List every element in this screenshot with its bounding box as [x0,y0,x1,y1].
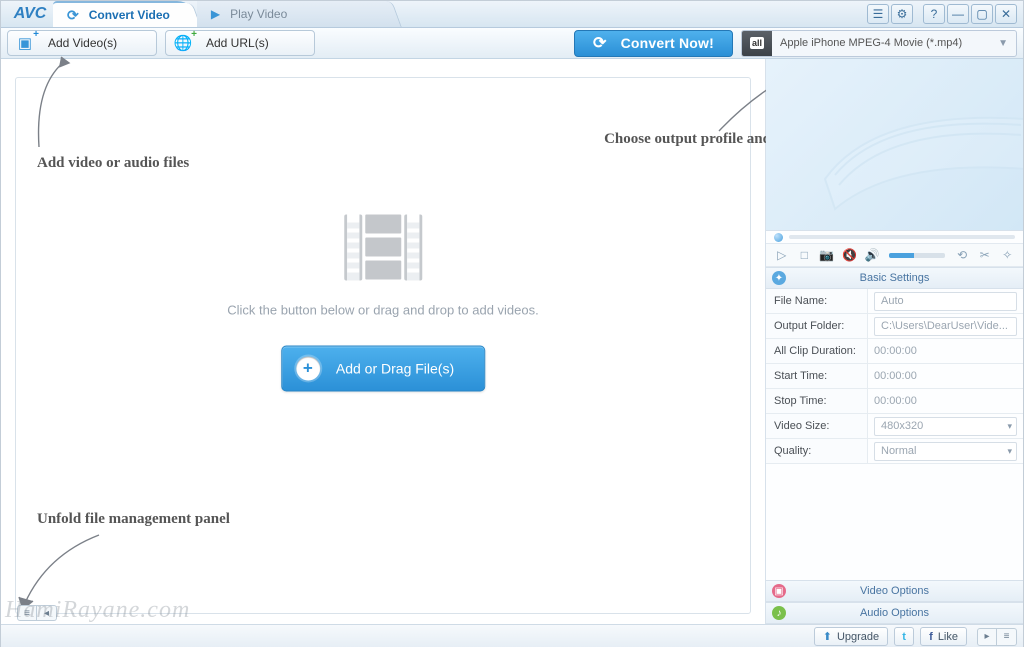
gear-icon[interactable]: ⚙ [891,4,913,24]
value-stop-time: 00:00:00 [868,389,1023,414]
effects-icon[interactable]: ✧ [998,246,1018,264]
button-label: Like [938,631,958,643]
profile-badge-icon: all [742,31,772,56]
trim-icon[interactable]: ✂ [975,246,995,264]
profile-label: Apple iPhone MPEG-4 Movie (*.mp4) [780,37,962,49]
maximize-icon[interactable]: ▢ [971,4,993,24]
panel-list-icon[interactable]: ≡ [17,605,37,621]
upgrade-button[interactable]: ⬆ Upgrade [814,627,888,646]
sync-icon: ⟳ [593,33,607,53]
tab-convert-video[interactable]: ⟳ Convert Video [53,1,197,27]
panel-list-icon[interactable]: ≡ [997,628,1017,646]
right-panel: Choose output profile and convert ▷ □ [765,59,1023,624]
progress-handle-icon[interactable] [774,233,783,242]
tab-label: Play Video [230,7,287,21]
chevron-down-icon: ▾ [1007,446,1012,457]
main-body: Click the button below or drag and drop … [1,59,1023,624]
volume-icon[interactable]: 🔊 [862,246,882,264]
minimize-icon[interactable]: — [947,4,969,24]
convert-now-button[interactable]: ⟳ Convert Now! [574,30,733,57]
progress-track[interactable] [789,235,1015,239]
value-start-time: 00:00:00 [868,364,1023,389]
select-video-size[interactable]: 480x320▾ [868,414,1023,439]
mute-icon[interactable]: 🔇 [840,246,860,264]
file-drop-area[interactable]: Click the button below or drag and drop … [15,77,751,614]
add-videos-button[interactable]: ▣ Add Video(s) [7,30,157,56]
facebook-icon: f [929,631,933,643]
output-profile-selector[interactable]: all Apple iPhone MPEG-4 Movie (*.mp4) ▼ [741,30,1017,57]
preview-progress[interactable] [766,231,1023,243]
tab-label: Convert Video [89,8,170,22]
video-preview [766,59,1023,231]
video-options-icon: ▣ [772,584,786,598]
basic-settings-grid: File Name: Auto Output Folder: C:\Users\… [766,289,1023,464]
value-all-clip-duration: 00:00:00 [868,339,1023,364]
panel-expand-icon[interactable]: ▸ [977,628,997,646]
tab-play-video[interactable]: ▶ Play Video [197,1,397,27]
label-stop-time: Stop Time: [766,389,868,414]
app-window: AVC ⟳ Convert Video ▶ Play Video ☰ ⚙ ? —… [0,0,1024,647]
facebook-like-button[interactable]: f Like [920,627,967,646]
film-reel-icon [815,89,1023,219]
drop-hint: Click the button below or drag and drop … [227,302,538,317]
label-all-clip-duration: All Clip Duration: [766,339,868,364]
label-output-folder: Output Folder: [766,314,868,339]
section-title: Audio Options [860,607,929,619]
button-label: Add or Drag File(s) [336,360,454,376]
preview-controls: ▷ □ 📷 🔇 🔊 ⟲ ✂ ✧ [766,243,1023,267]
help-icon[interactable]: ? [923,4,945,24]
status-bar: ⬆ Upgrade t f Like ▸ ≡ [1,624,1023,647]
options-icon[interactable]: ☰ [867,4,889,24]
settings-section-icon: ✦ [772,271,786,285]
play-icon: ▶ [211,7,220,21]
label-quality: Quality: [766,439,868,464]
snapshot-icon[interactable]: 📷 [817,246,837,264]
window-controls: ☰ ⚙ ? — ▢ ✕ [867,1,1023,27]
add-or-drag-files-button[interactable]: + Add or Drag File(s) [281,345,485,391]
right-panel-toggle[interactable]: ▸ ≡ [977,628,1017,646]
rotate-icon[interactable]: ⟲ [952,246,972,264]
label-start-time: Start Time: [766,364,868,389]
title-bar: AVC ⟳ Convert Video ▶ Play Video ☰ ⚙ ? —… [1,1,1023,28]
drop-placeholder: Click the button below or drag and drop … [227,214,538,391]
field-file-name[interactable]: Auto [868,289,1023,314]
button-label: Convert Now! [621,35,714,51]
globe-add-icon: 🌐 [172,32,194,54]
volume-slider[interactable] [889,253,946,258]
panel-collapse-icon[interactable]: ◂ [37,605,57,621]
label-file-name: File Name: [766,289,868,314]
main-toolbar: ▣ Add Video(s) 🌐 Add URL(s) ⟳ Convert No… [1,28,1023,59]
button-label: Add URL(s) [206,36,269,50]
section-title: Basic Settings [860,272,930,284]
label-video-size: Video Size: [766,414,868,439]
button-label: Add Video(s) [48,36,117,50]
chevron-down-icon: ▼ [990,38,1016,49]
plus-circle-icon: + [296,356,320,380]
chevron-down-icon: ▾ [1007,421,1012,432]
audio-options-header[interactable]: ♪ Audio Options [766,602,1023,624]
file-panel-toggle[interactable]: ≡ ◂ [17,605,57,621]
refresh-icon: ⟳ [67,7,79,24]
field-output-folder[interactable]: C:\Users\DearUser\Vide... [868,314,1023,339]
upgrade-icon: ⬆ [823,630,832,643]
audio-options-icon: ♪ [772,606,786,620]
film-strip-icon [344,214,422,280]
add-urls-button[interactable]: 🌐 Add URL(s) [165,30,315,56]
stop-icon[interactable]: □ [795,246,815,264]
basic-settings-header[interactable]: ✦ Basic Settings [766,267,1023,289]
twitter-button[interactable]: t [894,627,914,646]
play-icon[interactable]: ▷ [772,246,792,264]
video-options-header[interactable]: ▣ Video Options [766,580,1023,602]
left-panel: Click the button below or drag and drop … [1,59,765,624]
film-add-icon: ▣ [14,32,36,54]
section-title: Video Options [860,585,929,597]
button-label: Upgrade [837,631,879,643]
app-logo: AVC [1,1,53,27]
close-icon[interactable]: ✕ [995,4,1017,24]
select-quality[interactable]: Normal▾ [868,439,1023,464]
